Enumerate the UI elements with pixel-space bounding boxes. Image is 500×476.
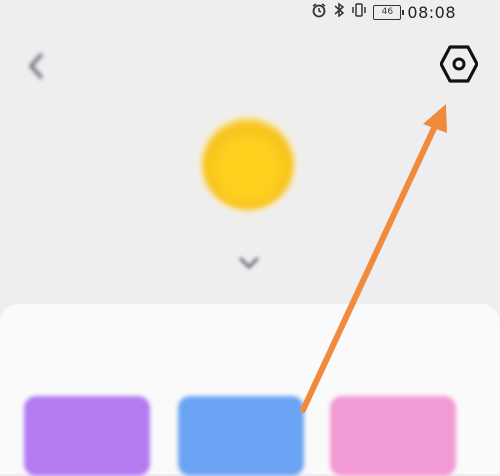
hexagon-settings-icon[interactable] (439, 44, 479, 84)
status-bar: 46 08:08 (0, 0, 500, 28)
battery-icon: 46 (373, 4, 405, 20)
alarm-icon (311, 2, 327, 22)
chevron-left-icon[interactable] (26, 52, 46, 84)
status-time: 08:08 (407, 2, 456, 22)
chevron-down-icon[interactable] (238, 255, 260, 274)
vibrate-icon (351, 2, 367, 22)
sun-icon[interactable] (202, 118, 294, 210)
scene-tile-1[interactable] (24, 396, 150, 476)
status-icons: 46 08:08 (311, 2, 456, 22)
scene-tile-3[interactable] (330, 396, 456, 476)
scene-tile-2[interactable] (178, 396, 304, 476)
bluetooth-icon (333, 2, 345, 22)
carrier-label (40, 2, 136, 18)
